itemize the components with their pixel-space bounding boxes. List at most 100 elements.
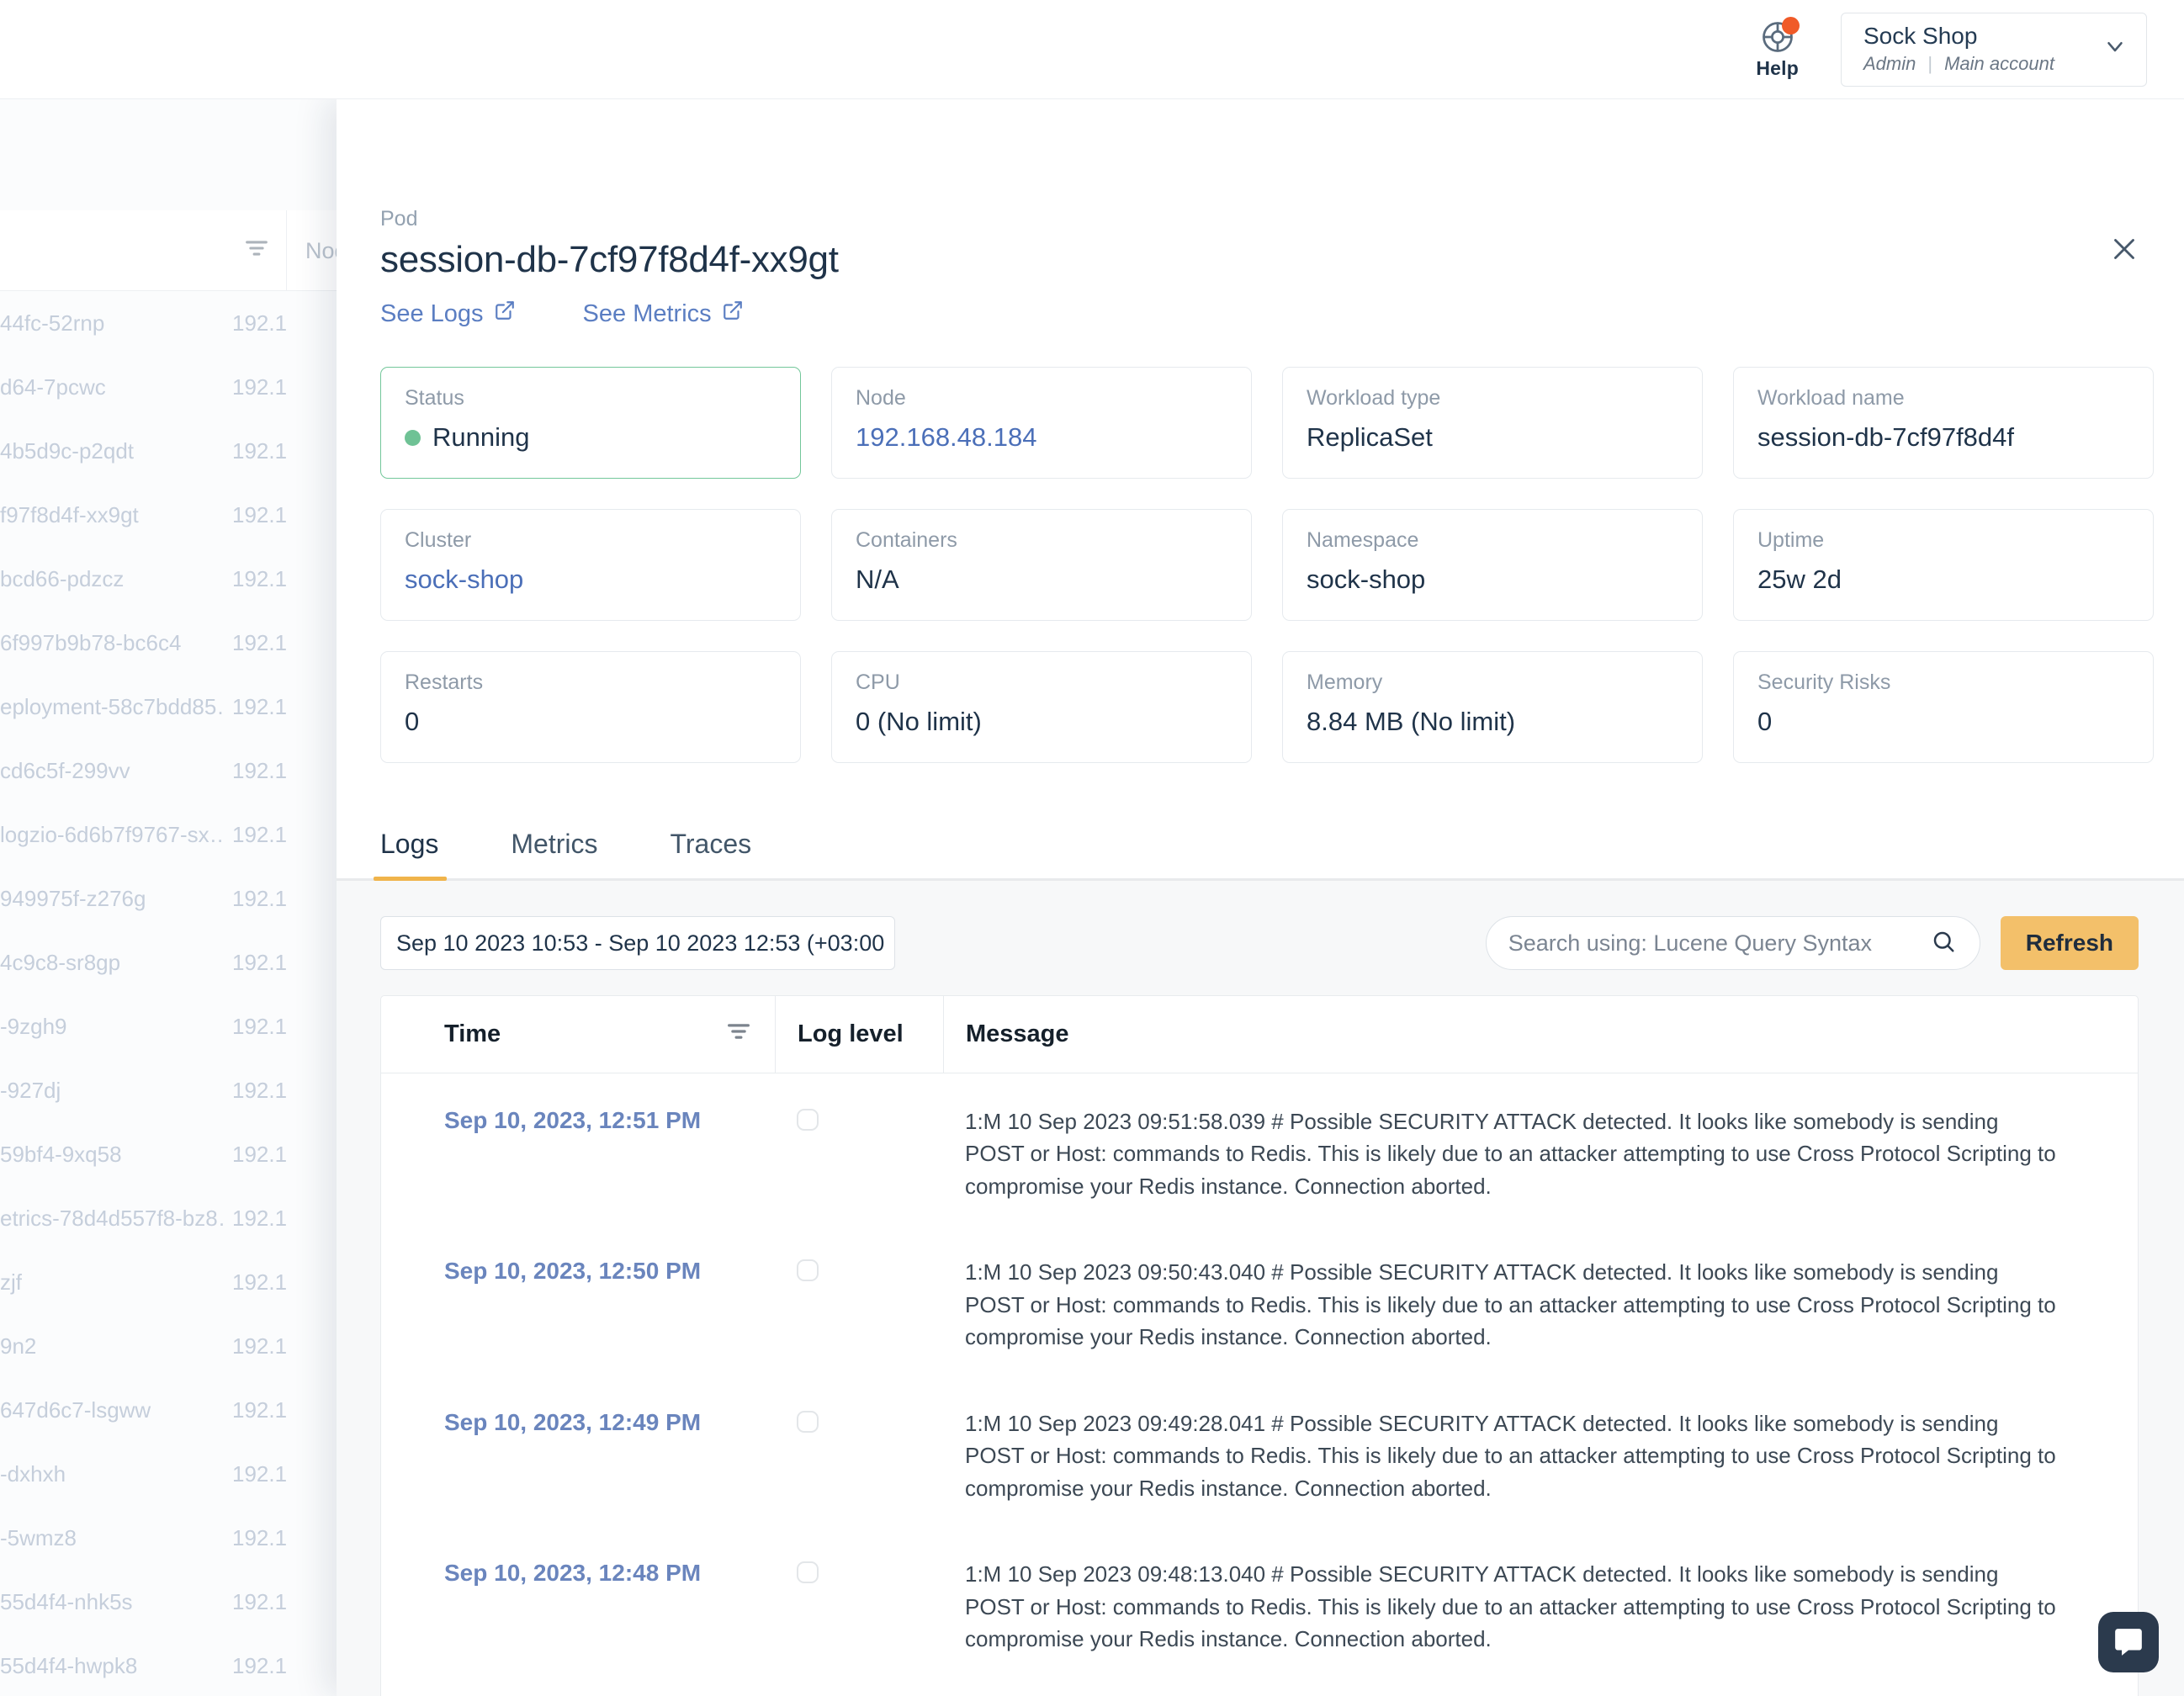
- panel-header-links: See Logs See Metrics: [380, 299, 2184, 328]
- summary-card-status: Status Running: [380, 367, 801, 479]
- background-table-row: 6f997b9b78-bc6c4 192.1: [0, 611, 353, 675]
- logs-table-header: Time Log level Message: [381, 996, 2138, 1073]
- background-table-row: -9zgh9 192.1: [0, 994, 353, 1058]
- background-table-row: -dxhxh 192.1: [0, 1442, 353, 1506]
- background-table-row: eployment-58c7bdd85… 192.1: [0, 675, 353, 739]
- background-cell-node: 192.1: [232, 629, 288, 655]
- background-cell-name: d64-7pcwc: [0, 374, 106, 400]
- tab-logs[interactable]: Logs: [373, 829, 448, 881]
- date-range-value: Sep 10 2023 10:53 - Sep 10 2023 12:53 (+…: [396, 930, 885, 956]
- column-header-time[interactable]: Time: [381, 996, 775, 1073]
- detail-tabs: Logs Metrics Traces: [337, 783, 2184, 881]
- summary-card-label: Namespace: [1307, 528, 1419, 552]
- see-logs-label: See Logs: [380, 299, 484, 327]
- summary-card-label: Security Risks: [1757, 670, 1891, 694]
- close-icon[interactable]: [2105, 230, 2144, 268]
- pod-detail-panel: Pod session-db-7cf97f8d4f-xx9gt See Logs…: [337, 99, 2184, 1696]
- account-separator: |: [1927, 52, 1933, 74]
- logs-table: Time Log level Message Sep 10, 2023, 12:…: [380, 995, 2139, 1696]
- background-cell-node: 192.1: [232, 1269, 288, 1295]
- summary-card-label: Status: [405, 386, 464, 410]
- see-logs-link[interactable]: See Logs: [380, 299, 516, 328]
- background-table-header: Node: [0, 209, 360, 291]
- tab-traces[interactable]: Traces: [671, 829, 752, 878]
- background-cell-name: zjf: [0, 1269, 22, 1295]
- log-level-cell: [775, 1531, 943, 1677]
- background-cell-node: 192.1: [232, 1141, 288, 1167]
- summary-card-label: Uptime: [1757, 528, 1825, 552]
- column-header-log-level: Log level: [775, 996, 943, 1073]
- log-message: 1:M 10 Sep 2023 09:48:13.040 # Possible …: [965, 1561, 2056, 1652]
- background-table-row: 44fc-52rnp 192.1: [0, 291, 353, 355]
- summary-card-node: Node 192.168.48.184: [831, 367, 1252, 479]
- summary-card-restarts: Restarts 0: [380, 651, 801, 763]
- log-level-badge: [797, 1109, 819, 1131]
- log-time-link[interactable]: Sep 10, 2023, 12:48 PM: [381, 1531, 775, 1677]
- background-cell-name: -9zgh9: [0, 1013, 67, 1039]
- background-cell-node: 192.1: [232, 693, 288, 719]
- summary-card-containers: Containers N/A: [831, 509, 1252, 621]
- help-button[interactable]: Help: [1747, 15, 1807, 83]
- log-level-cell: [775, 1683, 943, 1696]
- see-metrics-label: See Metrics: [582, 299, 712, 327]
- background-cell-name: cd6c5f-299vv: [0, 757, 130, 783]
- summary-card-value[interactable]: sock-shop: [405, 564, 777, 595]
- background-cell-node: 192.1: [232, 374, 288, 400]
- background-table-row: 55d4f4-nhk5s 192.1: [0, 1570, 353, 1634]
- background-cell-node: 192.1: [232, 949, 288, 975]
- see-metrics-link[interactable]: See Metrics: [583, 299, 744, 328]
- summary-card-value: 0: [405, 707, 420, 736]
- chevron-down-icon[interactable]: [2102, 34, 2128, 63]
- search-input[interactable]: [1508, 930, 1931, 957]
- log-time-link[interactable]: Sep 10, 2023, 12:46 PM: [381, 1683, 775, 1696]
- account-selector[interactable]: Sock Shop Admin | Main account: [1841, 12, 2147, 87]
- log-message: 1:M 10 Sep 2023 09:50:43.040 # Possible …: [965, 1259, 2056, 1350]
- chat-bubble-icon[interactable]: [2098, 1612, 2159, 1672]
- background-cell-node: 192.1: [232, 501, 288, 527]
- background-cell-name: -dxhxh: [0, 1460, 66, 1487]
- background-cell-node: 192.1: [232, 821, 288, 847]
- summary-card-security-risks: Security Risks 0: [1733, 651, 2154, 763]
- help-label: Help: [1756, 57, 1799, 79]
- external-link-icon: [494, 299, 516, 328]
- log-time-link[interactable]: Sep 10, 2023, 12:49 PM: [381, 1381, 775, 1526]
- summary-card-label: Containers: [856, 528, 957, 552]
- background-table-row: -927dj 192.1: [0, 1058, 353, 1122]
- background-cell-name: 4b5d9c-p2qdt: [0, 437, 135, 464]
- summary-card-uptime: Uptime 25w 2d: [1733, 509, 2154, 621]
- search-box[interactable]: [1485, 916, 1980, 970]
- log-message: 1:M 10 Sep 2023 09:49:28.041 # Possible …: [965, 1410, 2056, 1501]
- background-cell-node: 192.1: [232, 1652, 288, 1678]
- date-range-picker[interactable]: Sep 10 2023 10:53 - Sep 10 2023 12:53 (+…: [380, 916, 895, 970]
- summary-card-cpu: CPU 0 (No limit): [831, 651, 1252, 763]
- tab-metrics[interactable]: Metrics: [511, 829, 597, 878]
- table-row: Sep 10, 2023, 12:48 PM 1:M 10 Sep 2023 09…: [381, 1526, 2138, 1677]
- summary-card-label: Node: [856, 386, 906, 410]
- background-cell-name: 44fc-52rnp: [0, 310, 105, 336]
- summary-card-label: Workload name: [1757, 386, 1905, 410]
- background-cell-node: 192.1: [232, 1013, 288, 1039]
- log-time-link[interactable]: Sep 10, 2023, 12:50 PM: [381, 1229, 775, 1375]
- log-level-cell: [775, 1079, 943, 1224]
- background-table-row: logzio-6d6b7f9767-sx… 192.1: [0, 803, 353, 867]
- summary-card-value: ReplicaSet: [1307, 422, 1433, 452]
- summary-card-value[interactable]: 192.168.48.184: [856, 422, 1227, 453]
- summary-card-label: Memory: [1307, 670, 1383, 694]
- summary-card-value: 0: [1757, 707, 1773, 736]
- table-row: Sep 10, 2023, 12:50 PM 1:M 10 Sep 2023 09…: [381, 1224, 2138, 1375]
- background-cell-name: etrics-78d4d557f8-bz8…: [0, 1205, 225, 1231]
- background-cell-name: 55d4f4-nhk5s: [0, 1588, 133, 1614]
- summary-card-value: N/A: [856, 564, 899, 594]
- status-dot-icon: [405, 429, 421, 446]
- log-time-link[interactable]: Sep 10, 2023, 12:51 PM: [381, 1079, 775, 1224]
- logs-toolbar: Sep 10 2023 10:53 - Sep 10 2023 12:53 (+…: [337, 881, 2184, 995]
- sort-descending-icon[interactable]: [724, 1017, 753, 1052]
- table-row: Sep 10, 2023, 12:51 PM 1:M 10 Sep 2023 09…: [381, 1073, 2138, 1224]
- search-icon[interactable]: [1931, 929, 1956, 958]
- refresh-button[interactable]: Refresh: [2000, 916, 2139, 970]
- background-table-row: 647d6c7-lsgww 192.1: [0, 1378, 353, 1442]
- summary-card-label: Workload type: [1307, 386, 1441, 410]
- column-header-message: Message: [943, 996, 2138, 1073]
- background-cell-node: 192.1: [232, 1205, 288, 1231]
- background-table-row: 4c9c8-sr8gp 192.1: [0, 930, 353, 994]
